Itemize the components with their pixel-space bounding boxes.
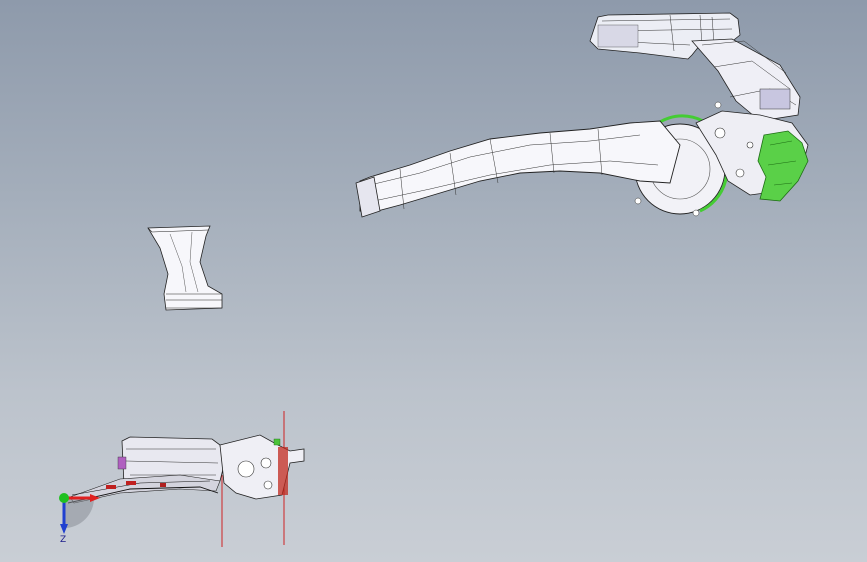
z-axis-arrowhead: [60, 524, 68, 534]
z-axis-label: Z: [60, 535, 66, 544]
y-axis-dot: [59, 493, 69, 503]
coordinate-triad: Z: [59, 493, 100, 544]
cad-graphics-viewport[interactable]: Z: [0, 0, 867, 562]
x-axis-arrowhead: [90, 494, 100, 502]
vertical-connector-duct[interactable]: [140, 222, 236, 316]
air-duct-assembly[interactable]: [340, 5, 820, 220]
